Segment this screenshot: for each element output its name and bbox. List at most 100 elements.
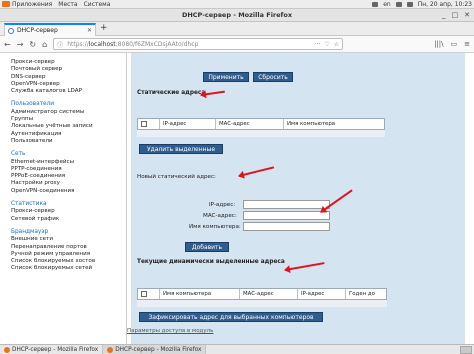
reload-icon[interactable]: ↻ [29, 40, 36, 49]
clock[interactable]: Пн, 20 апр, 10:23 [418, 1, 472, 8]
library-icon[interactable]: |||\ [434, 40, 443, 48]
sidebar-item-users[interactable]: Пользователи [11, 138, 126, 145]
apply-button[interactable]: Применить [203, 72, 249, 82]
page-actions-icon[interactable]: ··· [315, 41, 321, 48]
admin-sidebar: Прокси-сервер Почтовый сервер DNS-сервер… [0, 53, 127, 344]
sidebar-item-local-accounts[interactable]: Локальные учётные записи [11, 123, 126, 130]
col-dyn-ip[interactable]: IP-адрес [298, 289, 346, 299]
sidebar-group-statistics: Статистика [11, 201, 47, 208]
toolbar-right: |||\ ▭ ≡ [434, 40, 470, 48]
sidebar-item-port-forwarding[interactable]: Перенаправление портов [11, 244, 126, 251]
ip-label: IP-адрес: [209, 202, 236, 208]
sidebar-item-manual-mode[interactable]: Ручной режим управления [11, 251, 126, 258]
main-content: Применить Сбросить Статические адреса IP… [127, 53, 474, 344]
volume-icon[interactable] [406, 2, 413, 7]
forward-icon[interactable]: → [17, 40, 24, 49]
col-dyn-mac[interactable]: MAC-адрес [240, 289, 298, 299]
fix-address-button[interactable]: Зафиксировать адрес для выбранных компью… [139, 312, 323, 322]
sidebar-item-blocked-networks[interactable]: Список блокируемых сетей [11, 265, 126, 272]
col-hostname[interactable]: Имя компьютера [284, 119, 384, 129]
mac-input[interactable] [243, 211, 330, 220]
dynamic-select-all-cell [138, 289, 160, 299]
sidebar-item-openvpn-connections[interactable]: OpenVPN-соединения [11, 188, 126, 195]
reset-button[interactable]: Сбросить [253, 72, 293, 82]
maximize-icon[interactable]: □ [452, 11, 459, 19]
tab-close-icon[interactable]: ✕ [87, 27, 92, 34]
dhcp-panel: Применить Сбросить Статические адреса IP… [127, 53, 465, 344]
annotation-arrow-static-title [200, 90, 225, 96]
sidebar-item-admin[interactable]: Администратор системы [11, 109, 126, 116]
window-title-bar: DHCP-сервер - Mozilla Firefox _ □ ✕ [0, 9, 474, 22]
tab-bar: DHCP-сервер ✕ + [0, 22, 474, 36]
bookmark-star-icon[interactable]: ☆ [334, 41, 339, 48]
close-window-icon[interactable]: ✕ [464, 11, 470, 19]
navigation-bar: ← → ↻ ⌂ ⓘ https://localhost:8080/f6ZMxCD… [0, 36, 474, 53]
site-info-icon[interactable]: ⓘ [57, 40, 63, 49]
sidebar-item-stats-proxy[interactable]: Прокси-сервер [11, 208, 126, 215]
minimize-icon[interactable]: _ [442, 11, 446, 19]
col-ip[interactable]: IP-адрес [160, 119, 216, 129]
sidebar-item-external-networks[interactable]: Внешние сети [11, 236, 126, 243]
sidebar-group-users: Пользователи [11, 101, 55, 108]
menu-places[interactable]: Места [58, 1, 77, 8]
add-button[interactable]: Добавить [185, 242, 229, 252]
access-settings-link[interactable]: Параметры доступа в модуль [127, 328, 213, 334]
hostname-input[interactable] [243, 222, 330, 231]
menu-applications[interactable]: Приложения [12, 1, 52, 8]
url-actions: ··· ♡ ☆ [315, 41, 340, 48]
sidebar-item-openvpn-server[interactable]: OpenVPN-сервер [11, 81, 126, 88]
url-text: https://localhost:8080/f6ZMxCDsjAAto/dhc… [67, 40, 199, 48]
annotation-arrow-dynamic-title [284, 262, 325, 271]
window-title: DHCP-сервер - Mozilla Firefox [181, 11, 293, 19]
static-addresses-table-header: IP-адрес MAC-адрес Имя компьютера [137, 118, 385, 130]
window-controls: _ □ ✕ [442, 11, 470, 19]
new-tab-button[interactable]: + [100, 23, 108, 33]
ip-input[interactable] [243, 200, 330, 209]
url-bar[interactable]: ⓘ https://localhost:8080/f6ZMxCDsjAAto/d… [53, 38, 344, 50]
menu-system[interactable]: Система [84, 1, 111, 8]
static-table-body [137, 130, 385, 137]
workspace-switcher[interactable] [460, 345, 472, 354]
sidebar-item-ethernet[interactable]: Ethernet-интерфейсы [11, 159, 126, 166]
language-indicator[interactable]: en [383, 1, 391, 8]
dynamic-table-body [137, 300, 387, 307]
sidebar-group-firewall: Брандмауэр [11, 228, 49, 235]
sidebar-item-mail-server[interactable]: Почтовый сервер [11, 66, 126, 73]
globe-icon [8, 27, 14, 34]
taskbar-item-firefox-2[interactable]: DHCP-сервер - Mozilla Firefox [103, 345, 207, 354]
col-dyn-hostname[interactable]: Имя компьютера [160, 289, 240, 299]
col-dyn-valid-until[interactable]: Годен до [346, 289, 386, 299]
sidebar-item-dns-server[interactable]: DNS-сервер [11, 74, 126, 81]
pocket-icon[interactable]: ♡ [324, 41, 329, 48]
dynamic-select-all-checkbox[interactable] [141, 291, 147, 297]
sidebar-item-authentication[interactable]: Аутентификация [11, 131, 126, 138]
new-static-address-label: Новый статический адрес: [137, 174, 216, 180]
taskbar-item-firefox-1[interactable]: DHCP-сервер - Mozilla Firefox [0, 345, 104, 354]
sidebar-item-proxy-settings[interactable]: Настройки proxy [11, 180, 126, 187]
dynamic-addresses-title: Текущие динамически выделенные адреса [137, 259, 285, 265]
home-icon[interactable]: ⌂ [42, 40, 47, 49]
tray-app-icon[interactable] [372, 2, 379, 7]
static-addresses-title: Статические адреса [137, 90, 206, 96]
static-select-all-cell [138, 119, 160, 129]
mac-label: MAC-адрес: [203, 213, 237, 219]
delete-selected-button[interactable]: Удалить выделенные [139, 144, 223, 154]
sidebar-item-pptp[interactable]: PPTP-соединения [11, 166, 126, 173]
sidebar-toggle-icon[interactable]: ▭ [451, 40, 458, 48]
applications-icon[interactable] [2, 1, 10, 7]
dynamic-addresses-table-header: Имя компьютера MAC-адрес IP-адрес Годен … [137, 288, 387, 300]
sidebar-group-network: Сеть [11, 151, 26, 158]
menu-hamburger-icon[interactable]: ≡ [464, 40, 470, 48]
static-select-all-checkbox[interactable] [141, 121, 147, 127]
top-panel: Приложения Места Система en Пн, 20 апр, … [0, 0, 474, 9]
sidebar-item-groups[interactable]: Группы [11, 116, 126, 123]
col-mac[interactable]: MAC-адрес [216, 119, 284, 129]
system-tray: en Пн, 20 апр, 10:23 [372, 0, 472, 9]
sidebar-item-ldap[interactable]: Служба каталогов LDAP [11, 88, 126, 95]
back-icon[interactable]: ← [4, 40, 11, 49]
taskbar: DHCP-сервер - Mozilla Firefox DHCP-серве… [0, 344, 474, 354]
network-icon[interactable] [395, 2, 402, 7]
tab-dhcp[interactable]: DHCP-сервер ✕ [4, 23, 96, 36]
tab-label: DHCP-сервер [17, 27, 58, 34]
sidebar-item-network-traffic[interactable]: Сетевой трафик [11, 216, 126, 223]
